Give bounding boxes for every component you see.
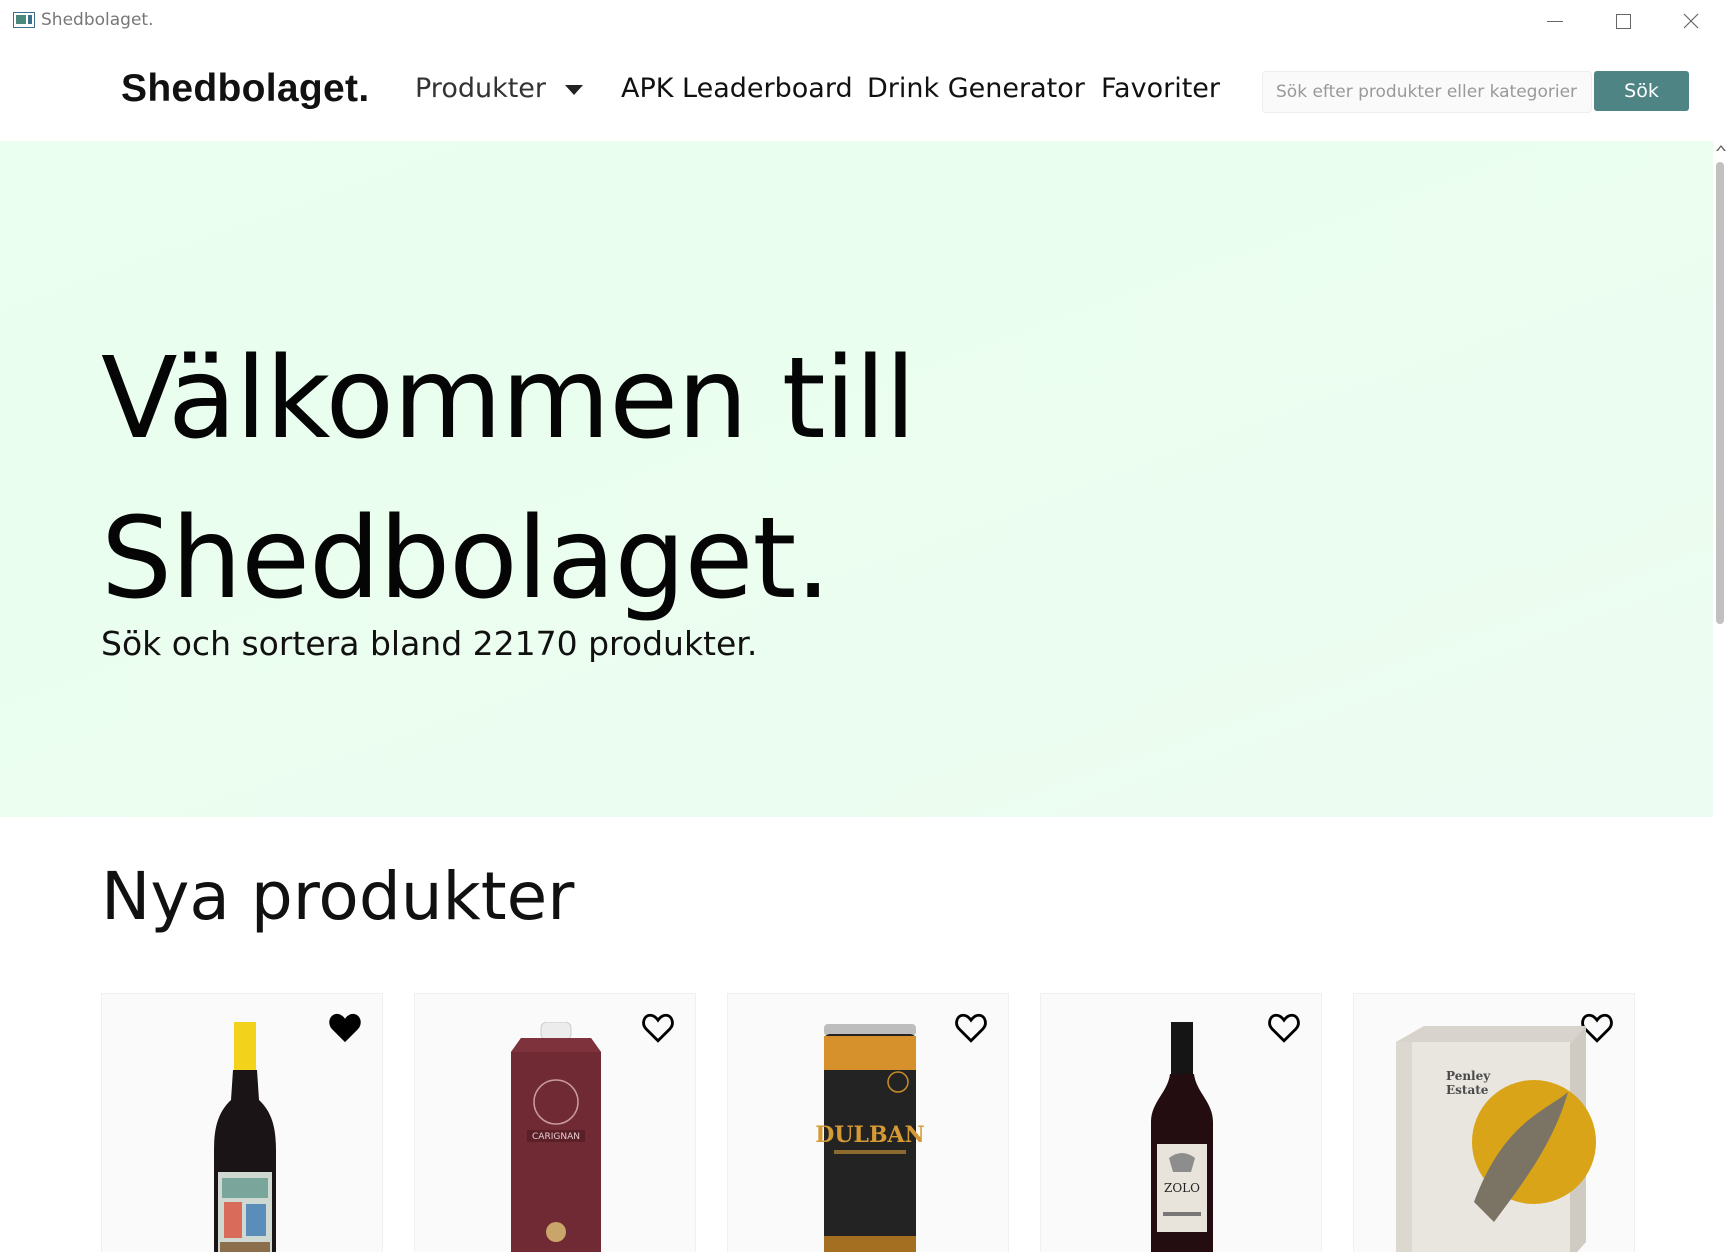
hero-banner: Välkommen till Shedbolaget. Sök och sort… xyxy=(0,141,1713,817)
product-card[interactable]: DULBAN xyxy=(727,993,1009,1252)
product-label-text: CARIGNAN xyxy=(532,1132,580,1142)
nav-apk-leaderboard[interactable]: APK Leaderboard xyxy=(621,73,853,104)
section-title-new-products: Nya produkter xyxy=(101,858,575,935)
product-card[interactable]: CARIGNAN xyxy=(414,993,696,1252)
nav-drink-generator[interactable]: Drink Generator xyxy=(867,73,1085,104)
hero-subtitle: Sök och sortera bland 22170 produkter. xyxy=(101,624,758,663)
maximize-button[interactable] xyxy=(1590,4,1656,38)
search-button[interactable]: Sök xyxy=(1594,71,1689,111)
minimize-button[interactable] xyxy=(1522,4,1588,38)
product-image xyxy=(214,1022,276,1252)
product-label-text: DULBAN xyxy=(815,1122,925,1148)
close-icon xyxy=(1683,13,1699,29)
minimize-icon xyxy=(1547,20,1563,22)
product-label-text: ZOLO xyxy=(1164,1181,1200,1195)
nav-favoriter[interactable]: Favoriter xyxy=(1101,73,1220,104)
hero-title: Välkommen till Shedbolaget. xyxy=(101,319,916,639)
close-button[interactable] xyxy=(1658,4,1724,38)
brand-logo[interactable]: Shedbolaget. xyxy=(121,67,369,111)
search-input[interactable]: Sök efter produkter eller kategorier xyxy=(1262,71,1592,113)
hero-title-line2: Shedbolaget. xyxy=(101,494,831,624)
product-label-text-2: Estate xyxy=(1446,1083,1489,1097)
product-card[interactable]: ZOLO xyxy=(1040,993,1322,1252)
navbar: Shedbolaget. Produkter APK Leaderboard D… xyxy=(0,43,1727,141)
app-icon xyxy=(13,12,35,28)
maximize-icon xyxy=(1615,13,1631,29)
product-card[interactable]: Penley Estate xyxy=(1353,993,1635,1252)
window-titlebar: Shedbolaget. xyxy=(0,0,1727,43)
hero-title-line1: Välkommen till xyxy=(101,334,916,464)
search-placeholder: Sök efter produkter eller kategorier xyxy=(1276,82,1578,102)
scroll-up-icon[interactable] xyxy=(1716,145,1726,151)
product-image: CARIGNAN xyxy=(511,1022,601,1252)
product-image: ZOLO xyxy=(1151,1022,1213,1252)
product-label-text: Penley xyxy=(1446,1069,1491,1083)
window-title: Shedbolaget. xyxy=(41,10,154,30)
product-image: Penley Estate xyxy=(1396,1026,1596,1252)
product-card[interactable] xyxy=(101,993,383,1252)
scrollbar-thumb[interactable] xyxy=(1716,162,1724,624)
chevron-down-icon[interactable] xyxy=(565,85,583,95)
nav-produkter[interactable]: Produkter xyxy=(415,73,546,104)
product-image: DULBAN xyxy=(815,1024,925,1252)
